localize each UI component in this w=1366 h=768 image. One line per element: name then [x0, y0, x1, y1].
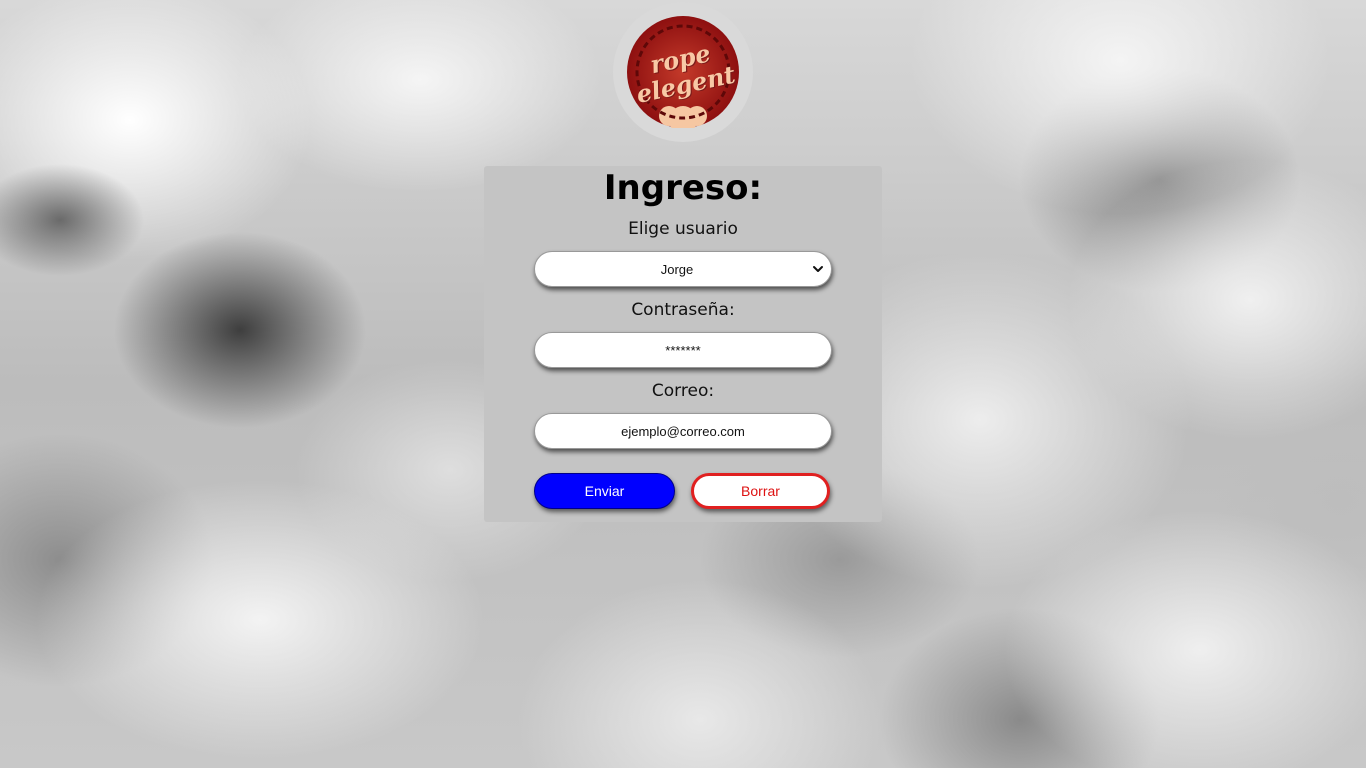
reset-button[interactable]: Borrar — [691, 473, 830, 509]
user-label: Elige usuario — [628, 219, 738, 239]
form-title: Ingreso: — [603, 168, 763, 208]
user-select-value: Jorge — [660, 261, 694, 277]
password-label: Contraseña: — [631, 300, 735, 320]
logo: rope elegent — [613, 2, 753, 142]
chevron-down-icon — [813, 266, 823, 272]
logo-badge: rope elegent — [627, 16, 739, 128]
email-value: ejemplo@correo.com — [621, 423, 745, 439]
password-field[interactable]: ******* — [534, 332, 832, 368]
email-field[interactable]: ejemplo@correo.com — [534, 413, 832, 449]
email-label: Correo: — [651, 381, 715, 401]
password-value: ******* — [665, 342, 701, 358]
submit-button[interactable]: Enviar — [534, 473, 675, 509]
login-panel: Ingreso: Elige usuario Jorge Contraseña:… — [484, 166, 882, 522]
user-select[interactable]: Jorge — [534, 251, 832, 287]
